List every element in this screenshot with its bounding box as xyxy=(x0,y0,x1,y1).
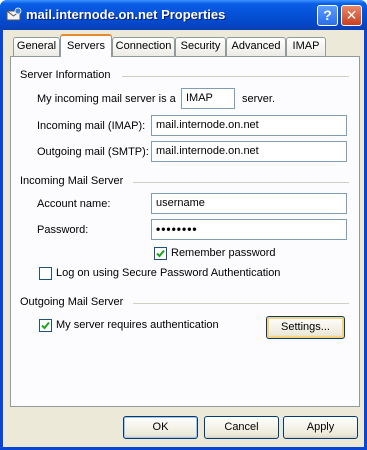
tab-servers[interactable]: Servers xyxy=(60,34,112,57)
tab-security[interactable]: Security xyxy=(175,37,226,56)
server-requires-auth-label[interactable]: My server requires authentication xyxy=(56,319,219,331)
checkmark-icon xyxy=(156,249,165,258)
incoming-mail-server-group-label: Incoming Mail Server xyxy=(20,175,124,187)
servers-tab-panel: Server Information My incoming mail serv… xyxy=(10,56,360,407)
tab-general[interactable]: General xyxy=(13,37,60,56)
help-icon: ? xyxy=(323,7,332,23)
settings-button[interactable]: Settings... xyxy=(266,316,345,339)
window-title: mail.internode.on.net Properties xyxy=(26,7,226,22)
secure-password-auth-checkbox[interactable] xyxy=(39,267,52,280)
secure-password-auth-label[interactable]: Log on using Secure Password Authenticat… xyxy=(56,267,280,279)
server-requires-auth-checkbox[interactable] xyxy=(39,319,52,332)
cancel-button[interactable]: Cancel xyxy=(204,416,279,439)
ok-button[interactable]: OK xyxy=(123,416,198,439)
incoming-type-suffix-label: server. xyxy=(242,93,276,105)
incoming-server-type-field[interactable]: IMAP xyxy=(181,88,235,109)
tab-advanced[interactable]: Advanced xyxy=(226,37,286,56)
remember-password-label[interactable]: Remember password xyxy=(171,247,276,259)
close-button[interactable]: ✕ xyxy=(341,5,362,26)
group-separator xyxy=(133,303,349,304)
account-name-label: Account name: xyxy=(37,198,111,210)
apply-button[interactable]: Apply xyxy=(283,416,358,439)
server-information-group-label: Server Information xyxy=(20,69,111,81)
password-input[interactable]: •••••••• xyxy=(151,219,347,240)
incoming-type-prefix-label: My incoming mail server is a xyxy=(37,93,176,105)
incoming-mail-server-input[interactable]: mail.internode.on.net xyxy=(151,115,347,136)
properties-dialog: mail.internode.on.net Properties ? ✕ Gen… xyxy=(0,0,367,450)
account-name-input[interactable]: username xyxy=(151,193,347,214)
incoming-mail-label: Incoming mail (IMAP): xyxy=(37,120,146,132)
close-icon: ✕ xyxy=(345,7,358,23)
tab-connection[interactable]: Connection xyxy=(112,37,175,56)
outgoing-mail-label: Outgoing mail (SMTP): xyxy=(37,146,149,158)
remember-password-checkbox[interactable] xyxy=(154,247,167,260)
mail-account-icon xyxy=(6,7,22,23)
group-separator xyxy=(133,182,349,183)
tab-imap[interactable]: IMAP xyxy=(286,37,326,56)
help-button[interactable]: ? xyxy=(317,5,338,26)
outgoing-mail-server-input[interactable]: mail.internode.on.net xyxy=(151,141,347,162)
checkmark-icon xyxy=(41,321,50,330)
outgoing-mail-server-group-label: Outgoing Mail Server xyxy=(20,296,124,308)
password-label: Password: xyxy=(37,224,89,236)
title-bar[interactable]: mail.internode.on.net Properties ? ✕ xyxy=(0,0,367,30)
group-separator xyxy=(122,76,349,77)
